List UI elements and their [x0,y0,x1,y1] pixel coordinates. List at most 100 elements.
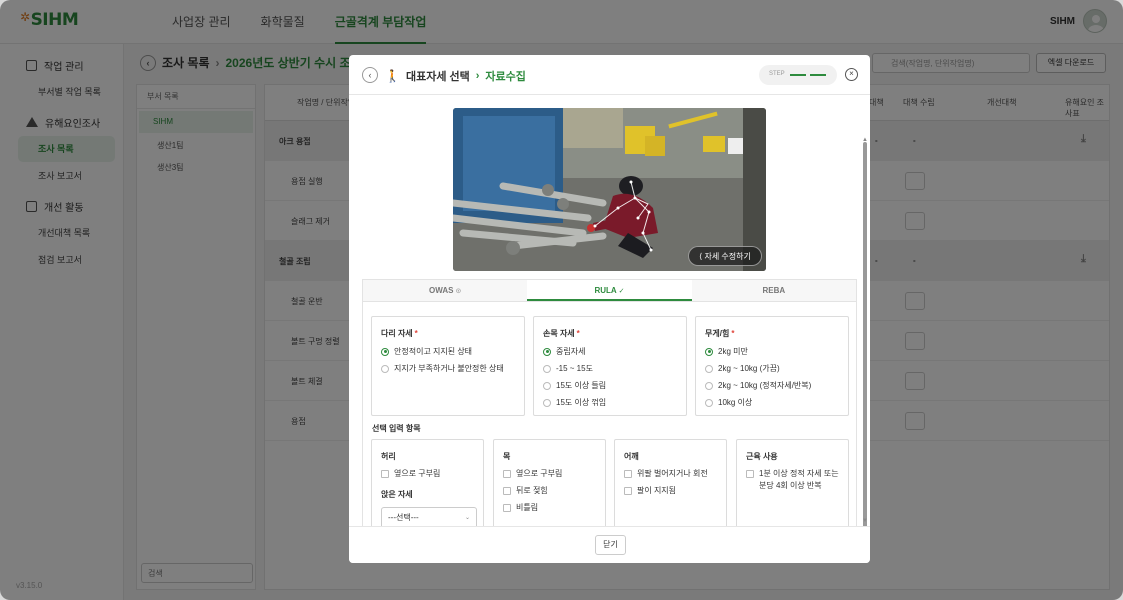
close-button[interactable]: 닫기 [595,535,626,555]
option-label: 2kg ~ 10kg (가끔) [718,364,780,373]
modal-title-text: 대표자세 선택 [405,71,470,83]
modal-footer: 닫기 [349,526,870,563]
rula-form: 다리 자세 * 안정적이고 지지된 상태 지지가 부족하거나 불안정한 상태 손목… [362,301,857,526]
radio-icon [705,381,713,390]
checkbox-option[interactable]: 비틀림 [503,502,538,513]
radio-selected-icon [543,347,551,356]
option-label: 2kg 미만 [718,347,748,356]
step-label: STEP [769,71,785,77]
radio-option[interactable]: -15 ~ 15도 [543,363,593,374]
modal-header: ‹ 🚶 대표자세 선택 › 자료수집 STEP × [349,55,870,95]
option-label: 지지가 부족하거나 불안정한 상태 [394,364,504,373]
radio-selected-icon [381,347,389,356]
option-label: 옆으로 구부림 [394,469,441,478]
option-label: 옆으로 구부림 [516,469,563,478]
radio-icon [705,364,713,373]
checkbox-icon [381,469,389,478]
option-label: -15 ~ 15도 [556,364,593,373]
app-window: ✲SIHM 사업장 관리 화학물질 근골격계 부담작업 SIHM 작업 관리 부… [0,0,1123,600]
tab-label: OWAS [429,286,454,295]
radio-option[interactable]: 10kg 이상 [705,397,752,408]
shoulder-card: 어깨 위팔 벌어지거나 회전 팔이 지지됨 [614,439,727,526]
radio-icon [381,364,389,373]
checkbox-icon [503,469,511,478]
checkbox-icon [746,470,754,478]
checkbox-icon [503,486,511,495]
modal-title: 🚶 대표자세 선택 › 자료수집 [385,68,526,84]
tab-reba[interactable]: REBA [692,280,856,301]
back-icon[interactable]: ‹ [362,67,378,83]
tab-rula[interactable]: RULA ✓ [527,280,692,301]
posture-modal: ‹ 🚶 대표자세 선택 › 자료수집 STEP × ⟨ 자세 수정하기 OWAS… [349,55,870,563]
scrollbar[interactable] [863,142,867,526]
neck-card: 목 옆으로 구부림 뒤로 젖힘 비틀림 [493,439,606,526]
option-label: 15도 이상 꺾임 [556,398,607,407]
option-label: 뒤로 젖힘 [516,486,548,495]
card-title: 어깨 [624,452,639,461]
scroll-down-icon[interactable]: ▼ [862,518,868,524]
radio-option[interactable]: 15도 이상 들림 [543,380,606,391]
optional-section-title: 선택 입력 항목 [372,424,421,433]
radio-icon [543,381,551,390]
tab-owas[interactable]: OWAS ⊙ [363,280,527,301]
card-title: 허리 [381,452,396,461]
option-label: 10kg 이상 [718,398,753,407]
card-title: 근육 사용 [746,452,778,461]
edit-pose-label: 자세 수정하기 [704,252,751,261]
option-label: 1분 이상 정적 자세 또는 분당 4회 이상 반복 [759,469,839,490]
sitting-posture-select[interactable]: ---선택--- ⌄ [381,507,477,526]
radio-option[interactable]: 지지가 부족하거나 불안정한 상태 [381,363,504,374]
option-label: 2kg ~ 10kg (정적자세/반복) [718,381,812,390]
tab-label: REBA [762,286,786,295]
step-bar [790,74,806,76]
check-circle-icon: ⊙ [455,288,462,295]
option-label: 안정적이고 지지된 상태 [394,347,473,356]
card-title: 다리 자세 * [381,329,418,338]
checkbox-icon [503,503,511,512]
leg-posture-card: 다리 자세 * 안정적이고 지지된 상태 지지가 부족하거나 불안정한 상태 [371,316,525,416]
card-title: 무게/힘 * [705,329,735,338]
modal-subtitle: 자료수집 [485,71,526,83]
load-force-card: 무게/힘 * 2kg 미만 2kg ~ 10kg (가끔) 2kg ~ 10kg … [695,316,849,416]
checkbox-option[interactable]: 1분 이상 정적 자세 또는 분당 4회 이상 반복 [746,468,844,492]
posture-photo: ⟨ 자세 수정하기 [453,108,766,271]
person-icon: 🚶 [385,69,400,83]
step-indicator: STEP [759,65,837,85]
radio-option[interactable]: 2kg ~ 10kg (가끔) [705,363,780,374]
checkbox-icon [624,486,632,495]
radio-option[interactable]: 안정적이고 지지된 상태 [381,346,472,357]
wrist-posture-card: 손목 자세 * 중립자세 -15 ~ 15도 15도 이상 들림 15도 이상 꺾… [533,316,687,416]
option-label: 비틀림 [516,503,539,512]
option-label: 중립자세 [556,347,586,356]
method-tabs: OWAS ⊙ RULA ✓ REBA [362,279,857,301]
radio-icon [543,364,551,373]
radio-option[interactable]: 15도 이상 꺾임 [543,397,606,408]
card-title: 목 [503,452,511,461]
checkbox-option[interactable]: 옆으로 구부림 [381,468,440,479]
option-label: 15도 이상 들림 [556,381,607,390]
sitting-posture-label: 앉은 자세 [381,490,413,499]
checkbox-icon [624,469,632,478]
radio-icon [543,398,551,407]
step-bar [810,74,826,76]
radio-option[interactable]: 2kg 미만 [705,346,748,357]
chevron-down-icon: ⌄ [464,515,470,521]
check-circle-icon: ✓ [618,288,625,295]
radio-option[interactable]: 2kg ~ 10kg (정적자세/반복) [705,380,811,391]
option-label: 팔이 지지됨 [637,486,677,495]
checkbox-option[interactable]: 옆으로 구부림 [503,468,562,479]
card-title: 손목 자세 * [543,329,580,338]
radio-icon [705,398,713,407]
edit-pose-button[interactable]: ⟨ 자세 수정하기 [688,246,762,266]
checkbox-option[interactable]: 위팔 벌어지거나 회전 [624,468,708,479]
select-value: ---선택--- [388,513,419,522]
modal-body: ⟨ 자세 수정하기 OWAS ⊙ RULA ✓ REBA 다리 자세 * 안정적이고 … [349,96,870,526]
waist-card: 허리 옆으로 구부림 앉은 자세 ---선택--- ⌄ [371,439,484,526]
muscle-use-card: 근육 사용 1분 이상 정적 자세 또는 분당 4회 이상 반복 [736,439,849,526]
checkbox-option[interactable]: 뒤로 젖힘 [503,485,548,496]
tab-label: RULA [594,286,617,295]
chevron-right-icon: › [475,70,480,82]
checkbox-option[interactable]: 팔이 지지됨 [624,485,676,496]
close-icon[interactable]: × [845,68,858,81]
radio-option[interactable]: 중립자세 [543,346,585,357]
